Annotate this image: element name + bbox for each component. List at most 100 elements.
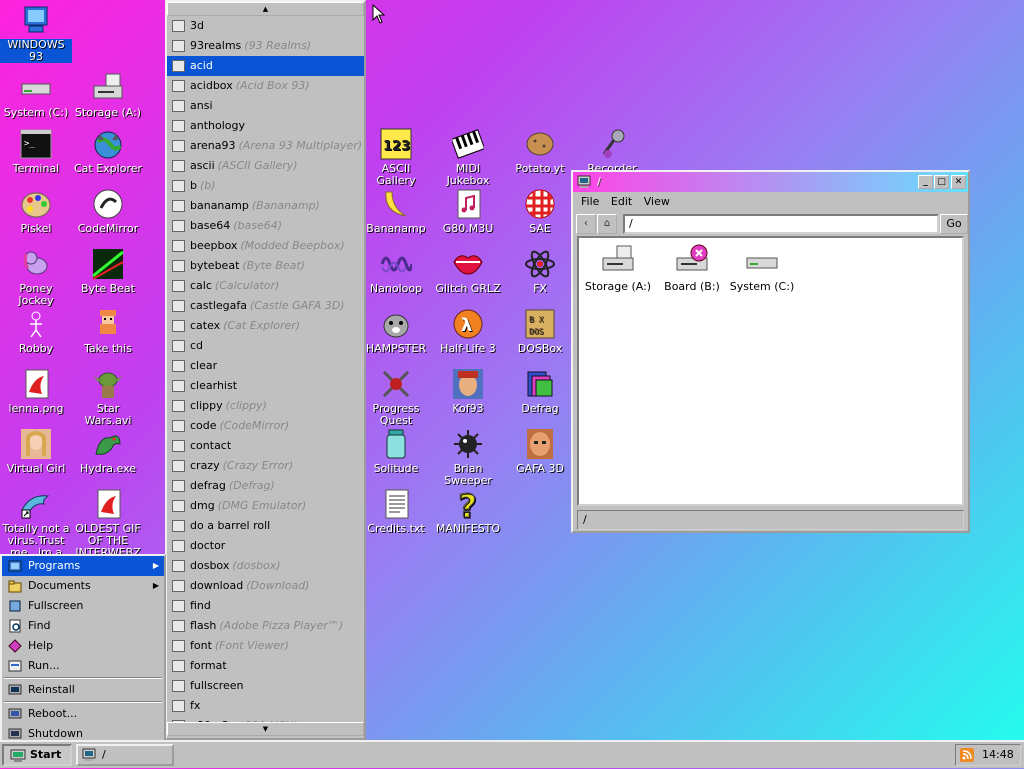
menu-file[interactable]: File (581, 195, 599, 208)
desktop-icon-windows93[interactable]: WINDOWS 93 (0, 4, 72, 63)
program-item-font[interactable]: font (Font Viewer) (167, 636, 364, 656)
desktop-icon-nanoloop[interactable]: Nanoloop (360, 248, 432, 295)
desktop-icon-hydra[interactable]: Hydra.exe (72, 428, 144, 475)
program-item-code[interactable]: code (CodeMirror) (167, 416, 364, 436)
program-item-ascii[interactable]: ascii (ASCII Gallery) (167, 156, 364, 176)
program-item-dmg[interactable]: dmg (DMG Emulator) (167, 496, 364, 516)
desktop-icon-hampster[interactable]: HAMPSTER (360, 308, 432, 355)
programs-menu[interactable]: ▲ 3d 93realms (93 Realms) acid acidbox (Acid … (165, 0, 366, 740)
start-menu-fullscreen[interactable]: Fullscreen (2, 596, 164, 616)
program-item-acid[interactable]: acid (167, 56, 364, 76)
desktop-icon-take-this[interactable]: Take this (72, 308, 144, 355)
desktop-icon-defrag[interactable]: Defrag (504, 368, 576, 415)
desktop-icon-robby[interactable]: Robby (0, 308, 72, 355)
desktop-icon-kof93[interactable]: Kof93 (432, 368, 504, 415)
program-item-g80m3u[interactable]: g80m3u(G80.M3U) (167, 716, 364, 722)
menu-edit[interactable]: Edit (611, 195, 632, 208)
start-menu-run[interactable]: Run... (2, 656, 164, 676)
program-item-contact[interactable]: contact (167, 436, 364, 456)
program-item-defrag[interactable]: defrag (Defrag) (167, 476, 364, 496)
desktop-icon-g80[interactable]: G80.M3U (432, 188, 504, 235)
desktop-icon-dosbox[interactable]: B X DOS DOSBox (504, 308, 576, 355)
program-item-arena93[interactable]: arena93 (Arena 93 Multiplayer) (167, 136, 364, 156)
file-pane[interactable]: Storage (A:) Board (B:) System (C:) (577, 236, 964, 506)
program-item-crazy[interactable]: crazy (Crazy Error) (167, 456, 364, 476)
program-item-b[interactable]: b (b) (167, 176, 364, 196)
start-menu-reboot[interactable]: Reboot... (2, 704, 164, 724)
home-button[interactable]: ⌂ (597, 214, 617, 234)
program-item-bananamp[interactable]: bananamp (Bananamp) (167, 196, 364, 216)
maximize-button[interactable]: □ (934, 175, 949, 189)
program-item-flash[interactable]: flash (Adobe Pizza Player™) (167, 616, 364, 636)
desktop-icon-ascii-gallery[interactable]: 123 ASCII Gallery (360, 128, 432, 187)
program-item-fullscreen[interactable]: fullscreen (167, 676, 364, 696)
desktop-icon-system-c[interactable]: System (C:) (0, 72, 72, 119)
desktop-icon-lenna[interactable]: lenna.png (0, 368, 72, 415)
program-item-3d[interactable]: 3d (167, 16, 364, 36)
desktop-icon-totally-not-virus[interactable]: Totally not a virus.Trust me...im a (0, 488, 72, 559)
file-item-system-c[interactable]: System (C:) (723, 244, 801, 293)
start-menu-programs[interactable]: Programs ▶ (2, 556, 164, 576)
rss-icon[interactable] (960, 748, 974, 762)
start-button[interactable]: Start (2, 744, 72, 766)
explorer-titlebar[interactable]: / _ □ ✕ (573, 172, 968, 192)
go-button[interactable]: Go (940, 214, 968, 234)
program-item-base64[interactable]: base64 (base64) (167, 216, 364, 236)
program-item-dosbox[interactable]: dosbox (dosbox) (167, 556, 364, 576)
desktop-icon-recorder[interactable]: Recorder (576, 128, 648, 175)
desktop-icon-oldest-gif[interactable]: OLDEST GIF OF THE INTERWEBZ (72, 488, 144, 559)
program-item-beepbox[interactable]: beepbox (Modded Beepbox) (167, 236, 364, 256)
program-item-bytebeat[interactable]: bytebeat (Byte Beat) (167, 256, 364, 276)
start-menu-find[interactable]: Find (2, 616, 164, 636)
scroll-down-button[interactable]: ▼ (167, 722, 364, 736)
desktop-icon-progress-quest[interactable]: Progress Quest (360, 368, 432, 427)
desktop-icon-terminal[interactable]: >_ Terminal (0, 128, 72, 175)
program-item-catex[interactable]: catex (Cat Explorer) (167, 316, 364, 336)
desktop-icon-gafa-3d[interactable]: GAFA 3D (504, 428, 576, 475)
program-item-93realms[interactable]: 93realms (93 Realms) (167, 36, 364, 56)
desktop-icon-manifesto[interactable]: ? MANIFESTO (432, 487, 504, 535)
desktop-icon-star-wars[interactable]: Star Wars.avi (72, 368, 144, 427)
program-item-ansi[interactable]: ansi (167, 96, 364, 116)
desktop-icon-fx[interactable]: FX (504, 248, 576, 295)
start-menu-help[interactable]: Help (2, 636, 164, 656)
scroll-up-button[interactable]: ▲ (167, 2, 364, 16)
file-item-board-b[interactable]: Board (B:) (653, 244, 731, 293)
program-item-doctor[interactable]: doctor (167, 536, 364, 556)
taskbar-window-button[interactable]: / (76, 744, 174, 766)
desktop-icon-piskel[interactable]: Piskel (0, 188, 72, 235)
program-item-find[interactable]: find (167, 596, 364, 616)
desktop-icon-byte-beat[interactable]: Byte Beat (72, 248, 144, 295)
desktop-icon-virtual-girl[interactable]: Virtual Girl (0, 428, 72, 475)
program-item-anthology[interactable]: anthology (167, 116, 364, 136)
desktop-icon-brian-sweeper[interactable]: Brian Sweeper (432, 428, 504, 487)
program-item-do-a-barrel-roll[interactable]: do a barrel roll (167, 516, 364, 536)
start-menu-documents[interactable]: Documents ▶ (2, 576, 164, 596)
start-menu[interactable]: Programs ▶ Documents ▶ Fullscreen Find H… (0, 554, 166, 742)
desktop-icon-poney-jockey[interactable]: Poney Jockey (0, 248, 72, 307)
back-button[interactable]: ‹ (576, 214, 596, 234)
file-item-storage-a[interactable]: Storage (A:) (579, 244, 657, 293)
program-item-clippy[interactable]: clippy (clippy) (167, 396, 364, 416)
program-item-calc[interactable]: calc (Calculator) (167, 276, 364, 296)
desktop-icon-cat-explorer[interactable]: Cat Explorer (72, 128, 144, 175)
menu-view[interactable]: View (644, 195, 670, 208)
address-input[interactable]: / (623, 214, 939, 234)
start-menu-reinstall[interactable]: Reinstall (2, 680, 164, 700)
desktop-icon-midi-jukebox[interactable]: MIDI Jukebox (432, 128, 504, 187)
desktop-icon-credits[interactable]: Credits.txt (360, 488, 432, 535)
program-item-format[interactable]: format (167, 656, 364, 676)
program-item-castlegafa[interactable]: castlegafa (Castle GAFA 3D) (167, 296, 364, 316)
desktop-icon-codemirror[interactable]: CodeMirror (72, 188, 144, 235)
explorer-window[interactable]: / _ □ ✕ File Edit View ‹ ⌂ / Go Storage … (571, 170, 970, 533)
desktop-icon-potato[interactable]: Potato.yt (504, 128, 576, 175)
program-item-clear[interactable]: clear (167, 356, 364, 376)
minimize-button[interactable]: _ (918, 175, 933, 189)
desktop-icon-sae[interactable]: SAE (504, 188, 576, 235)
desktop-icon-half-life-3[interactable]: λ Half-Life 3 (432, 308, 504, 355)
desktop-icon-bananamp[interactable]: Bananamp (360, 188, 432, 235)
program-item-cd[interactable]: cd (167, 336, 364, 356)
desktop-icon-storage-a[interactable]: Storage (A:) (72, 72, 144, 119)
close-button[interactable]: ✕ (951, 175, 966, 189)
program-item-clearhist[interactable]: clearhist (167, 376, 364, 396)
